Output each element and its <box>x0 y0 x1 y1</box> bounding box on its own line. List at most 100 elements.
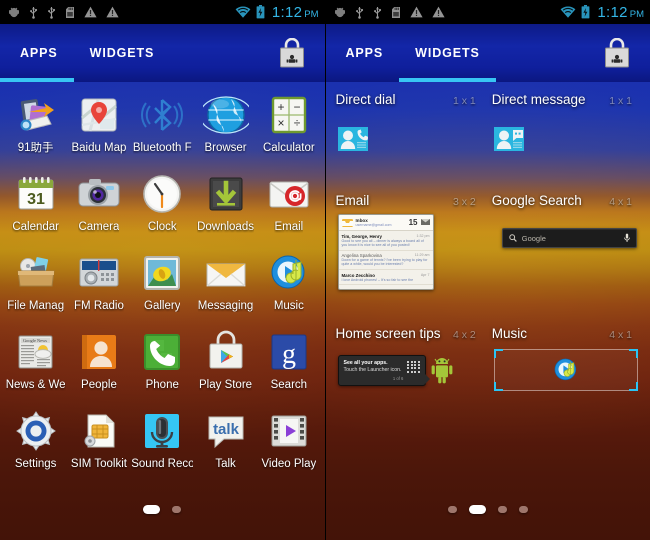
drawer-tabbar-right: APPS WIDGETS <box>325 24 650 82</box>
email-preview-time: 1:32 pm <box>416 233 430 238</box>
app-item[interactable]: Bluetooth F <box>131 92 194 164</box>
widget-item[interactable]: Home screen tips 4 x 2 See all your apps… <box>332 326 488 399</box>
app-item[interactable]: SIM Toolkit <box>67 408 130 480</box>
svg-text:−: − <box>293 100 300 114</box>
status-icons-right: 1:12 PM <box>235 5 319 20</box>
app-label: Camera <box>78 221 120 233</box>
file-manager-icon <box>13 250 59 296</box>
app-label: Calculator <box>262 142 315 154</box>
widget-size: 4 x 1 <box>609 196 632 208</box>
app-item[interactable]: File Manag <box>4 250 67 322</box>
calendar-day: 31 <box>27 191 45 208</box>
app-item[interactable]: Phone <box>131 329 194 401</box>
warning-icon <box>409 6 423 18</box>
app-item[interactable]: Downloads <box>194 171 257 243</box>
app-label: FM Radio <box>74 300 124 312</box>
google-search-placeholder: Google <box>521 233 546 243</box>
tab-apps-label: APPS <box>20 46 58 60</box>
app-item[interactable]: + − × ÷ Calculator <box>257 92 320 164</box>
app-item[interactable]: Gallery <box>131 250 194 322</box>
play-store-bag-icon[interactable] <box>275 36 309 70</box>
sd-card-icon <box>391 6 400 18</box>
app-label: Settings <box>14 458 57 470</box>
widget-preview <box>332 107 482 171</box>
assistant91-icon <box>13 92 59 138</box>
tab-apps[interactable]: APPS <box>0 24 74 82</box>
widget-header: Direct message 1 x 1 <box>488 92 638 107</box>
app-item[interactable]: Baidu Map <box>67 92 130 164</box>
app-label: People <box>81 379 117 391</box>
dual-screenshot: 1:12 PM APPS WIDGETS 91助手 Baidu Map Blue… <box>0 0 650 540</box>
svg-text:÷: ÷ <box>294 116 301 130</box>
page-dot[interactable] <box>447 506 457 513</box>
app-item[interactable]: Video Play <box>257 408 320 480</box>
page-dot-active[interactable] <box>468 505 486 514</box>
app-item[interactable]: 91助手 <box>4 92 67 164</box>
play-store-bag-icon[interactable] <box>600 36 634 70</box>
tab-apps[interactable]: APPS <box>326 24 400 82</box>
tab-list-right: APPS WIDGETS <box>326 24 496 82</box>
app-label: Play Store <box>199 379 253 391</box>
app-item[interactable]: FM Radio <box>67 250 130 322</box>
wifi-icon <box>560 6 576 18</box>
app-label: Search <box>270 379 308 391</box>
selection-handle <box>629 382 638 391</box>
widget-header: Google Search 4 x 1 <box>488 193 638 208</box>
app-item[interactable]: Clock <box>131 171 194 243</box>
warning-icon <box>84 6 97 18</box>
widgets-list: Direct dial 1 x 1 Direct message 1 x 1 E… <box>326 92 650 399</box>
app-item[interactable]: g Search <box>257 329 320 401</box>
tab-widgets[interactable]: WIDGETS <box>74 24 171 82</box>
page-dot[interactable] <box>518 506 528 513</box>
app-item[interactable]: Music <box>257 250 320 322</box>
app-item[interactable]: Camera <box>67 171 130 243</box>
app-item[interactable]: Browser <box>194 92 257 164</box>
widget-item[interactable]: Music 4 x 1 <box>488 326 644 399</box>
widget-item[interactable]: Email 3 x 2 Inbox username@gmail.com 15 … <box>332 193 488 308</box>
status-clock: 1:12 PM <box>271 3 319 21</box>
launcher-grid-icon <box>407 360 420 381</box>
calendar-icon: 31 <box>13 171 59 217</box>
svg-text:Google News: Google News <box>23 338 47 343</box>
calculator-icon: + − × ÷ <box>266 92 312 138</box>
widget-item[interactable]: Direct message 1 x 1 <box>488 92 644 171</box>
tab-active-underline <box>0 78 74 82</box>
app-label: 91助手 <box>17 142 54 154</box>
page-dot-active[interactable] <box>143 505 161 514</box>
app-item[interactable]: Play Store <box>194 329 257 401</box>
app-item[interactable]: Settings <box>4 408 67 480</box>
inbox-icon <box>341 219 353 227</box>
sim-toolkit-icon <box>76 408 122 454</box>
contact-message-icon <box>493 127 524 151</box>
tab-widgets[interactable]: WIDGETS <box>399 24 496 82</box>
app-item[interactable]: Messaging <box>194 250 257 322</box>
app-item[interactable]: Email <box>257 171 320 243</box>
email-preview-folder-block: Inbox username@gmail.com <box>356 218 392 227</box>
app-item[interactable]: People <box>67 329 130 401</box>
tab-apps-label: APPS <box>345 46 384 60</box>
page-indicator-right <box>326 505 650 514</box>
app-item[interactable]: Sound Reco <box>131 408 194 480</box>
email-widget-preview: Inbox username@gmail.com 15 Tim, George,… <box>337 214 434 290</box>
widget-item[interactable]: Google Search 4 x 1 Google <box>488 193 644 308</box>
warning-icon <box>431 6 445 18</box>
app-label: Calendar <box>12 221 59 233</box>
fm-radio-icon <box>76 250 122 296</box>
talk-badge-text: talk <box>213 421 240 438</box>
app-item[interactable]: talk Talk <box>194 408 257 480</box>
app-label: Clock <box>147 221 177 233</box>
news-weather-icon: Google News <box>13 329 59 375</box>
app-item[interactable]: Google News News & We <box>4 329 67 401</box>
warning-icon <box>106 6 119 18</box>
usb-icon <box>48 6 56 19</box>
app-item[interactable]: 31 Calendar <box>4 171 67 243</box>
app-label: Browser <box>204 142 247 154</box>
status-bar-right: 1:12 PM <box>325 0 650 24</box>
page-dot[interactable] <box>497 506 507 513</box>
widget-row: Email 3 x 2 Inbox username@gmail.com 15 … <box>332 193 645 308</box>
clock-icon <box>139 171 185 217</box>
widget-item[interactable]: Direct dial 1 x 1 <box>332 92 488 171</box>
home-screen-tips-preview: See all your apps. Touch the Launcher ic… <box>337 354 453 386</box>
page-dot[interactable] <box>172 506 182 513</box>
app-label: Gallery <box>144 300 181 312</box>
